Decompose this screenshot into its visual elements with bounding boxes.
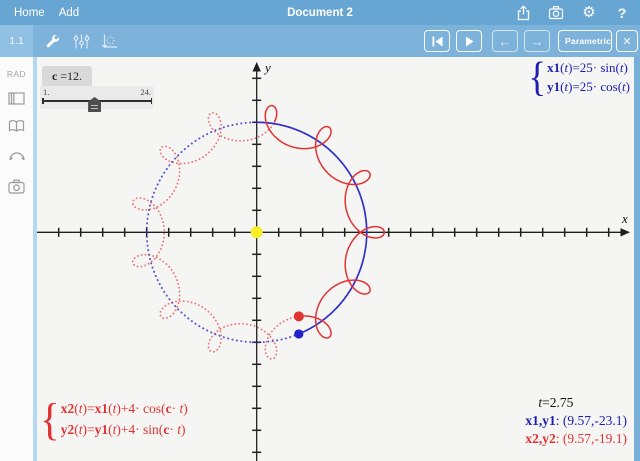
screenshot-camera-icon[interactable] — [8, 179, 25, 196]
blue-circle-solid — [257, 122, 367, 334]
page-sorter-icon[interactable] — [8, 91, 25, 108]
red-trace-point — [294, 311, 304, 321]
y-axis-label: y — [265, 60, 271, 76]
left-sidebar: RAD — [0, 57, 33, 461]
xy1-value: x1,y1: (9.57,-23.1) — [525, 412, 627, 430]
equation-y2: y2(t)=y1(t)+4· sin(c· t) — [61, 419, 188, 440]
top-bar: Home Add Document 2 ⚙ ? — [0, 0, 640, 25]
brace-glyph: { — [40, 396, 60, 442]
equation-y1: y1(t)=25· cos(t) — [547, 77, 630, 96]
red-epicycloid-dotted — [133, 113, 299, 359]
slider-min-label: 1. — [43, 87, 49, 97]
step-back-button[interactable]: ← — [492, 30, 518, 52]
blue-trace-point — [294, 329, 303, 338]
xy2-value: x2,y2: (9.57,-19.1) — [525, 430, 627, 448]
trace-readout[interactable]: t=2.75 x1,y1: (9.57,-23.1) x2,y2: (9.57,… — [525, 394, 627, 448]
brace-glyph: { — [528, 56, 546, 97]
camera-capture-icon[interactable] — [548, 5, 564, 21]
close-button[interactable]: ✕ — [616, 30, 638, 52]
page-border-right — [634, 57, 640, 461]
share-icon[interactable] — [515, 5, 531, 21]
library-book-icon[interactable] — [8, 119, 25, 136]
tinspire-app: Home Add Document 2 ⚙ ? 1.1 — [0, 0, 640, 461]
c-slider[interactable]: c =12. 1. 24. — [40, 64, 156, 114]
origin-point — [251, 226, 263, 238]
equation-x2: x2(t)=x1(t)+4· cos(c· t) — [61, 398, 188, 419]
step-forward-button[interactable]: → — [524, 30, 550, 52]
red-equations[interactable]: { x2(t)=x1(t)+4· cos(c· t) y2(t)=y1(t)+4… — [40, 398, 188, 440]
parametric-menu-button[interactable]: Parametric — [558, 30, 612, 52]
protractor-icon[interactable] — [8, 149, 25, 166]
equation-x1: x1(t)=25· sin(t) — [547, 58, 630, 77]
slider-value-label[interactable]: c =12. — [42, 66, 92, 86]
blue-equations[interactable]: { x1(t)=25· sin(t) y1(t)=25· cos(t) — [528, 58, 630, 96]
help-icon[interactable]: ? — [614, 5, 630, 21]
play-reset-button[interactable] — [424, 30, 450, 52]
slider-body[interactable]: 1. 24. — [40, 86, 154, 109]
parametric-label: Parametric — [565, 36, 611, 46]
document-toolbar: 1.1 — [0, 25, 640, 57]
t-value[interactable]: t=2.75 — [538, 394, 627, 412]
settings-gear-icon[interactable]: ⚙ — [581, 5, 597, 21]
close-icon: ✕ — [622, 35, 631, 48]
angle-mode-indicator: RAD — [0, 69, 33, 79]
x-axis-label: x — [622, 211, 628, 227]
wrench-icon — [559, 36, 561, 46]
play-button[interactable] — [456, 30, 482, 52]
slider-max-label: 24. — [140, 87, 151, 97]
